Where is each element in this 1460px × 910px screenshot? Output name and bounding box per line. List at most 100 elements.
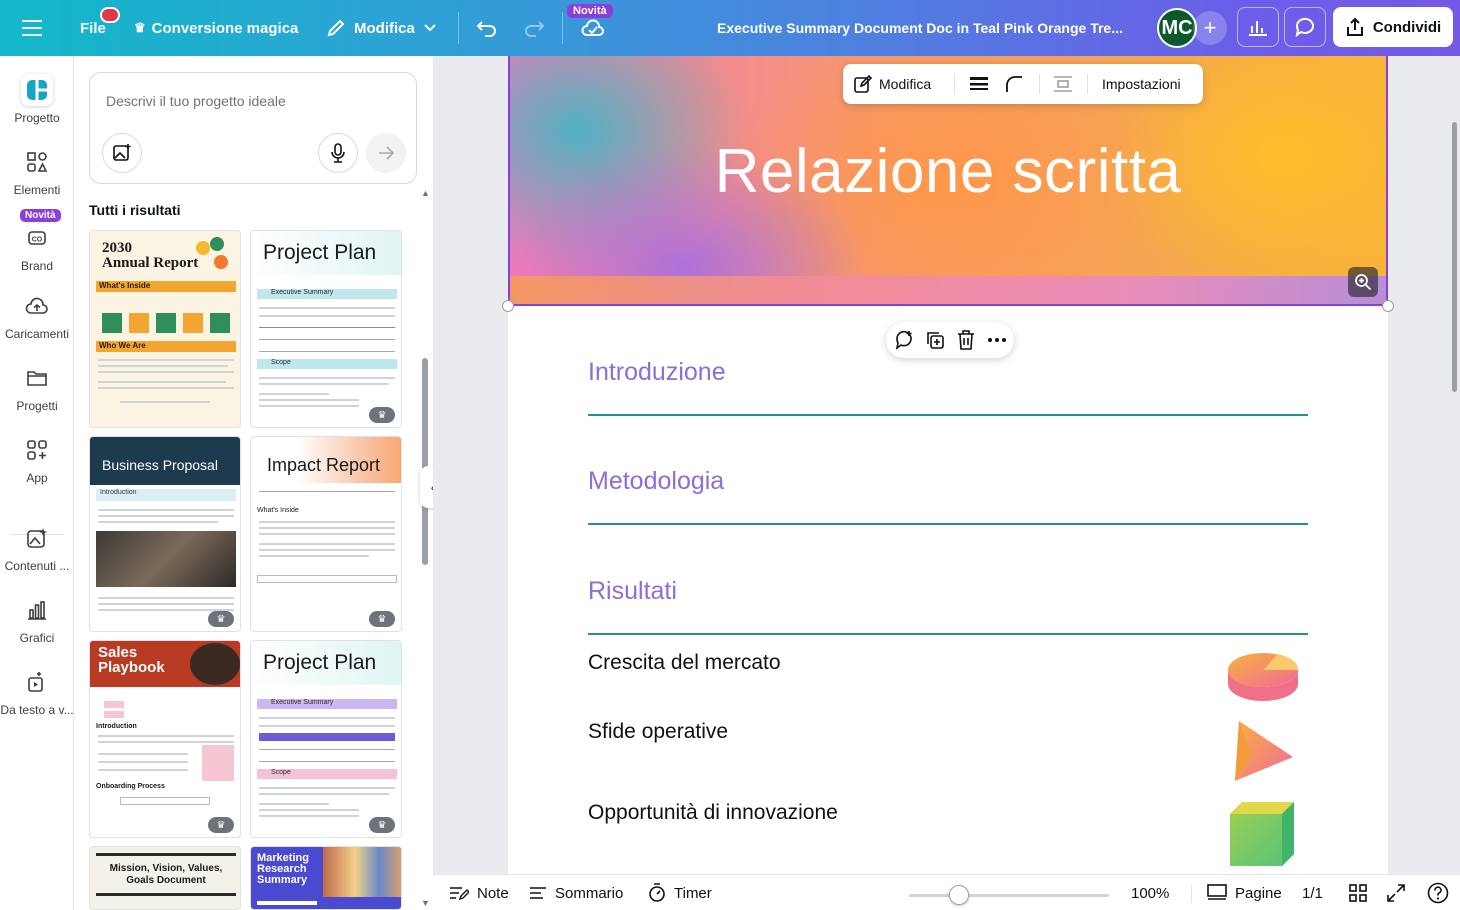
cube-3d-shape[interactable] [1228,800,1296,868]
section-metodologia[interactable]: Metodologia [588,467,1308,525]
scroll-up-arrow[interactable]: ▲ [421,188,430,198]
template-thumbnail[interactable]: Sales Playbook Introduction Onboarding P… [89,640,241,838]
divider [1039,74,1040,94]
brand-icon: CO [21,222,53,254]
share-button[interactable]: Condividi [1333,7,1453,47]
add-collaborator-button[interactable]: + [1193,11,1227,45]
help-button[interactable] [1427,875,1449,910]
template-thumbnail[interactable]: Marketing Research Summary [250,846,402,910]
text-to-video-icon [21,666,53,698]
rail-item-brand[interactable]: CO Brand [0,222,74,273]
rail-item-progetto[interactable]: Progetto [0,74,74,125]
result-item[interactable]: Crescita del mercato [588,651,781,675]
add-image-button[interactable] [102,133,142,173]
template-title: Mission, Vision, Values, [109,863,223,874]
apps-icon [21,434,53,466]
section-introduzione[interactable]: Introduzione [588,358,1308,416]
template-title: 2030 [102,240,132,256]
timer-label: Timer [674,884,712,902]
page-counter[interactable]: 1/1 [1302,875,1323,910]
template-title: Project Plan [263,241,377,264]
rail-item-grafici[interactable]: Grafici [0,594,74,645]
corner-rounding-button[interactable] [1005,64,1023,104]
rail-label: Elementi [13,183,61,197]
grid-view-button[interactable] [1349,875,1367,910]
arrow-right-icon [379,146,395,160]
rail-label: Da testo a v... [0,703,74,717]
section-risultati[interactable]: Risultati [588,577,1308,635]
undo-button[interactable] [476,0,498,56]
flower-decoration [196,237,232,273]
redo-button[interactable] [523,0,545,56]
magic-label: Conversione magica [151,19,299,37]
border-weight-icon [970,77,988,90]
rail-item-caricamenti[interactable]: Caricamenti [0,290,74,341]
submit-prompt-button[interactable] [366,133,406,173]
rail-item-contenuti[interactable]: Contenuti ... [0,522,74,573]
avatar[interactable]: MC [1157,8,1197,48]
zoom-slider-knob[interactable] [949,885,969,905]
trash-icon [958,330,974,350]
template-photo [96,531,236,587]
result-item[interactable]: Opportunità di innovazione [588,801,838,825]
canvas-scrollbar[interactable] [1452,122,1457,392]
delete-button[interactable] [954,328,978,352]
template-subtitle: Introduction [96,489,236,501]
insights-button[interactable] [1237,7,1279,47]
border-style-button[interactable] [969,64,989,104]
template-title: Project Plan [263,651,377,674]
more-options-button[interactable] [985,328,1009,352]
design-page[interactable]: Relazione scritta Modifica Impostazioni [502,56,1394,874]
comment-add-button[interactable] [892,328,916,352]
zoom-slider-track[interactable] [909,894,1109,897]
undo-icon [476,21,496,37]
template-thumbnail[interactable]: Business Proposal Introduction ♛ [89,436,241,632]
edit-mode-button[interactable]: Modifica [326,0,437,56]
cloud-save-button[interactable] [581,0,605,56]
magic-switch-button[interactable]: ♛ Conversione magica [134,0,298,56]
prompt-input[interactable]: Descrivi il tuo progetto ideale [106,93,286,109]
rail-item-app[interactable]: App [0,434,74,485]
align-button[interactable] [1053,64,1073,104]
duplicate-icon [927,332,944,349]
premium-crown-icon: ♛ [208,817,234,833]
chart-icon [21,594,53,626]
settings-button[interactable]: Impostazioni [1102,64,1181,104]
comments-button[interactable] [1284,7,1326,47]
crown-icon: ♛ [134,20,146,35]
template-thumbnail[interactable]: 2030 Annual Report What's Inside Who We … [89,230,241,428]
voice-input-button[interactable] [318,133,358,173]
pie-3d-shape[interactable] [1226,650,1300,706]
cone-3d-shape[interactable] [1231,719,1295,783]
resize-handle[interactable] [1382,300,1394,312]
timer-button[interactable]: Timer [648,875,712,910]
document-title[interactable]: Executive Summary Document Doc in Teal P… [717,0,1123,56]
resize-handle[interactable] [502,300,514,312]
template-title: Impact Report [267,455,381,475]
template-thumbnail[interactable]: Mission, Vision, Values, Goals Document [89,846,241,910]
duplicate-button[interactable] [923,328,947,352]
bar-chart-icon [1249,21,1267,36]
template-thumbnail[interactable]: Project Plan Executive Summary Scope ♛ [250,640,402,838]
template-thumbnail[interactable]: Impact Report What's Inside ♛ [250,436,402,632]
summary-button[interactable]: Sommario [529,875,623,910]
edit-image-button[interactable]: Modifica [853,64,931,104]
prompt-box[interactable]: Descrivi il tuo progetto ideale [89,72,417,184]
menu-button[interactable] [22,0,44,56]
rail-label: Contenuti ... [4,559,70,573]
notes-button[interactable]: Note [449,875,509,910]
zoom-percent[interactable]: 100% [1131,875,1169,910]
panel-scrollbar[interactable] [422,358,428,565]
pages-button[interactable]: Pagine [1207,875,1282,910]
scroll-down-arrow[interactable]: ▼ [421,898,430,908]
rail-item-text-to-video[interactable]: Da testo a v... [0,666,74,717]
divider [1087,74,1088,94]
rail-item-elementi[interactable]: Elementi [0,146,74,197]
zoom-image-button[interactable] [1348,267,1378,297]
page-count-label: 1/1 [1302,884,1323,902]
template-thumbnail[interactable]: Project Plan Executive Summary Scope ♛ [250,230,402,428]
novita-badge: Novità [20,209,61,222]
result-item[interactable]: Sfide operative [588,720,728,744]
fullscreen-button[interactable] [1387,875,1405,910]
rail-item-progetti[interactable]: Progetti [0,362,74,413]
